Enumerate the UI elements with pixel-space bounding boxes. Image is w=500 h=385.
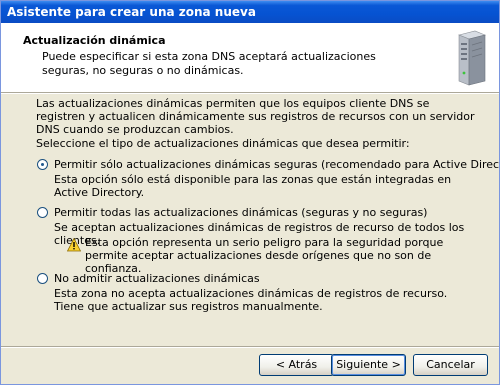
option-all-warning: Esta opción representa un serio peligro …: [85, 236, 444, 275]
radio-secure-updates[interactable]: [37, 159, 48, 170]
option-secure-label[interactable]: Permitir sólo actualizaciones dinámicas …: [54, 158, 499, 171]
title-bar[interactable]: Asistente para crear una zona nueva: [1, 1, 499, 23]
button-bar: < Atrás Siguiente > Cancelar: [1, 347, 499, 384]
wizard-window: Asistente para crear una zona nueva Actu…: [0, 0, 500, 385]
option-secure-description: Esta opción sólo está disponible para la…: [54, 173, 452, 199]
back-button[interactable]: < Atrás: [259, 354, 334, 376]
cancel-button[interactable]: Cancelar: [413, 354, 488, 376]
server-icon: [458, 30, 486, 86]
option-none-description: Esta zona no acepta actualizaciones diná…: [54, 287, 448, 313]
radio-all-updates[interactable]: [37, 207, 48, 218]
window-title: Asistente para crear una zona nueva: [7, 5, 256, 19]
next-button[interactable]: Siguiente >: [331, 354, 406, 376]
header-title: Actualización dinámica: [23, 34, 166, 47]
option-none-label[interactable]: No admitir actualizaciones dinámicas: [54, 272, 260, 285]
intro-text: Las actualizaciones dinámicas permiten q…: [36, 97, 475, 136]
header-subtitle: Puede especificar si esta zona DNS acept…: [42, 50, 376, 77]
radio-no-updates[interactable]: [37, 273, 48, 284]
warning-icon: [67, 238, 81, 252]
wizard-content: Las actualizaciones dinámicas permiten q…: [1, 93, 499, 343]
wizard-header: Actualización dinámica Puede especificar…: [1, 23, 499, 92]
selection-prompt: Seleccione el tipo de actualizaciones di…: [36, 137, 410, 150]
option-all-label[interactable]: Permitir todas las actualizaciones dinám…: [54, 206, 427, 219]
